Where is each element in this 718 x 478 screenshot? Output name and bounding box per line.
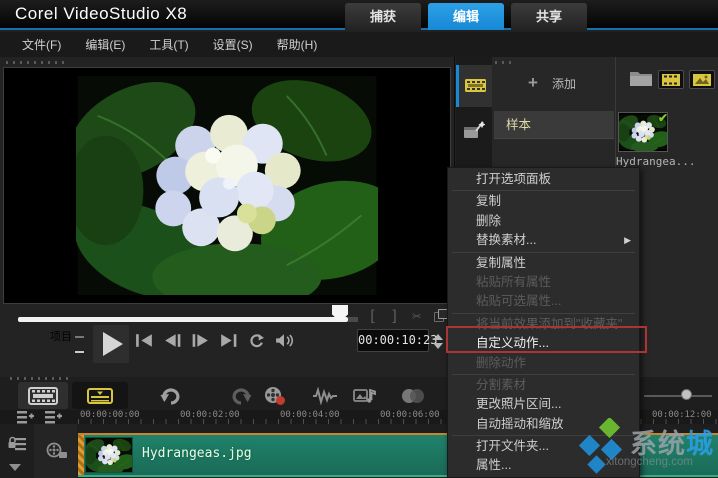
- video-filter-icon: [662, 74, 680, 86]
- track-list-icon[interactable]: [16, 409, 35, 425]
- scrubber-track[interactable]: [18, 317, 348, 322]
- video-track-icon[interactable]: [46, 442, 68, 460]
- menu-settings[interactable]: 设置(S): [213, 36, 253, 53]
- menu-separator: [452, 252, 635, 253]
- instant-project-button[interactable]: [456, 109, 492, 151]
- menu-separator: [452, 374, 635, 375]
- ruler-tick: 00:00:04:00: [280, 410, 340, 420]
- menu-bar: 文件(F) 编辑(E) 工具(T) 设置(S) 帮助(H): [0, 32, 718, 57]
- show-photos-toggle[interactable]: [689, 70, 715, 89]
- track-manager-icons: [16, 409, 63, 425]
- menu-item-delete-motion: 删除动作: [448, 354, 639, 373]
- preview-panel: [ ] ✂ 项目 素材: [0, 57, 455, 377]
- menu-item-replace-clip[interactable]: 替换素材... ▶: [448, 231, 639, 250]
- track-ride-icon[interactable]: [7, 436, 27, 452]
- menu-item-paste-optional-attributes: 粘贴可选属性...: [448, 292, 639, 311]
- storyboard-view-button[interactable]: [18, 382, 68, 409]
- menu-item-copy-attributes[interactable]: 复制属性: [448, 254, 639, 273]
- timeline-zoom-slider[interactable]: [644, 395, 712, 397]
- timecode-display[interactable]: 00:00:10:23: [357, 329, 429, 352]
- video-track-header: [34, 424, 77, 478]
- timeline-drag-handle[interactable]: [10, 377, 68, 380]
- timeline-view-icon: [87, 387, 113, 405]
- repeat-button[interactable]: [246, 333, 267, 348]
- instant-project-icon: [463, 120, 485, 140]
- clip-thumbnail: [85, 437, 133, 473]
- clip-trim-handle[interactable]: [78, 435, 84, 475]
- menu-item-open-options-panel[interactable]: 打开选项面板: [448, 170, 639, 189]
- sound-mixer-button[interactable]: [312, 385, 338, 407]
- menu-file[interactable]: 文件(F): [22, 36, 61, 53]
- media-filmstrip-icon: [464, 77, 487, 96]
- end-button[interactable]: [218, 333, 239, 348]
- in-use-check-icon: ✔: [658, 111, 668, 125]
- storyboard-icon: [28, 387, 58, 405]
- step-tabs: 捕获 编辑 共享: [345, 3, 587, 30]
- menu-item-split-clip: 分割素材: [448, 376, 639, 395]
- play-icon: [103, 332, 123, 356]
- media-library-button[interactable]: [456, 65, 492, 107]
- tab-capture[interactable]: 捕获: [345, 3, 421, 30]
- split-scissors-icon[interactable]: ✂: [412, 307, 421, 325]
- timecode-stepper[interactable]: [432, 330, 443, 352]
- highlight-annotation-box: [446, 326, 647, 353]
- submenu-arrow-icon: ▶: [624, 231, 631, 250]
- videostudio-window: Corel VideoStudio X8 捕获 编辑 共享 文件(F) 编辑(E…: [0, 0, 718, 478]
- mark-in-icon[interactable]: [: [368, 307, 377, 325]
- folder-icon[interactable]: [629, 68, 653, 87]
- scrubber-track-remainder[interactable]: [348, 317, 358, 322]
- add-folder-button[interactable]: + 添加: [492, 67, 615, 99]
- undo-button[interactable]: [158, 385, 184, 407]
- play-button[interactable]: [93, 325, 129, 363]
- watermark: 系统城 xitongcheng.com: [566, 414, 716, 478]
- menu-item-delete[interactable]: 删除: [448, 212, 639, 231]
- tab-share[interactable]: 共享: [511, 3, 587, 30]
- tab-edit[interactable]: 编辑: [428, 3, 504, 30]
- menu-help[interactable]: 帮助(H): [277, 36, 318, 53]
- menu-item-copy[interactable]: 复制: [448, 192, 639, 211]
- record-capture-button[interactable]: [262, 385, 288, 407]
- auto-music-button[interactable]: [352, 385, 378, 407]
- mode-project-label[interactable]: 项目: [50, 331, 72, 343]
- next-frame-button[interactable]: [190, 333, 211, 348]
- zoom-slider-handle[interactable]: [681, 389, 692, 400]
- photo-filter-icon: [693, 74, 711, 86]
- stepper-up-icon[interactable]: [433, 334, 443, 340]
- library-thumbnail-hydrangeas[interactable]: ✔: [618, 112, 668, 152]
- ruler-tick: 00:00:00:00: [80, 410, 140, 420]
- menu-edit[interactable]: 编辑(E): [85, 36, 125, 53]
- stepper-down-icon[interactable]: [433, 343, 443, 349]
- app-title: Corel VideoStudio X8: [15, 4, 187, 24]
- menu-separator: [452, 190, 635, 191]
- home-button[interactable]: [134, 333, 155, 348]
- menu-tools[interactable]: 工具(T): [149, 36, 188, 53]
- motion-tracking-button[interactable]: [400, 385, 426, 407]
- watermark-domain: xitongcheng.com: [606, 456, 693, 468]
- menu-separator: [452, 313, 635, 314]
- redo-button[interactable]: [228, 385, 254, 407]
- title-bar: Corel VideoStudio X8 捕获 编辑 共享: [0, 0, 718, 30]
- previous-frame-button[interactable]: [162, 333, 183, 348]
- preview-video-area: [3, 67, 451, 304]
- ruler-tick: 00:00:06:00: [380, 410, 440, 420]
- scroll-down-icon[interactable]: [9, 464, 21, 471]
- menu-item-paste-all-attributes: 粘贴所有属性: [448, 273, 639, 292]
- show-videos-toggle[interactable]: [658, 70, 684, 89]
- playback-controls: 项目 素材 00:00:10:23: [0, 325, 455, 375]
- plus-icon: +: [528, 73, 538, 93]
- ruler-tick: 00:00:02:00: [180, 410, 240, 420]
- trim-icon-group: [ ] ✂: [368, 307, 448, 325]
- mark-out-icon[interactable]: ]: [390, 307, 399, 325]
- folder-item-sample[interactable]: 样本: [494, 111, 614, 139]
- track-list-add-icon[interactable]: [44, 409, 63, 425]
- enlarge-preview-icon[interactable]: [434, 309, 448, 323]
- volume-button[interactable]: [274, 333, 295, 348]
- menu-item-change-photo-duration[interactable]: 更改照片区间...: [448, 395, 639, 414]
- timeline-view-button[interactable]: [72, 382, 128, 409]
- clip-filename: Hydrangeas.jpg: [142, 446, 252, 461]
- panel-drag-handle[interactable]: [6, 61, 64, 64]
- track-header-left: [0, 424, 34, 478]
- preview-image: [76, 76, 378, 295]
